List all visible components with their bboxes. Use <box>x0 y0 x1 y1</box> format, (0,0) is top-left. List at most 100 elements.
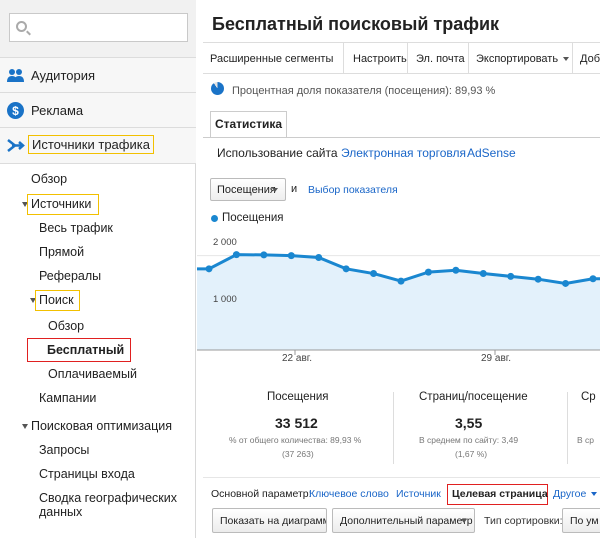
dimension-other-link[interactable]: Другое <box>553 488 598 500</box>
sidebar-item-all-traffic[interactable]: Весь трафик <box>39 221 113 235</box>
x-tick-label: 22 авг. <box>282 353 312 364</box>
toolbar-divider <box>343 43 344 74</box>
toolbar: Расширенные сегменты Настроить Эл. почта… <box>203 42 600 74</box>
scorecard-value: 33 512 <box>275 415 318 431</box>
subtab-ecommerce[interactable]: Электронная торговля <box>341 146 466 160</box>
and-label: и <box>291 183 298 195</box>
scorecard-sub: В ср <box>577 435 595 445</box>
dimension-source-link[interactable]: Источник <box>396 488 441 500</box>
legend-label: Посещения <box>222 212 284 224</box>
scorecard-title: Посещения <box>267 391 329 403</box>
search-icon <box>16 21 27 32</box>
section-advertising-label: Реклама <box>31 103 84 118</box>
pie-percent-icon <box>211 82 224 95</box>
data-point <box>342 265 350 273</box>
chevron-down-icon <box>591 492 598 497</box>
add-to-dashboard-button[interactable]: Доб <box>580 53 600 65</box>
section-advertising[interactable]: $ Реклама <box>0 93 196 128</box>
data-point <box>260 251 268 259</box>
data-point <box>287 252 295 260</box>
sidebar: Аудитория $ Реклама Источники трафика Об… <box>0 0 196 538</box>
sort-type-label: Тип сортировки: <box>484 515 563 527</box>
scorecard-divider <box>567 392 568 464</box>
secondary-dimension-select[interactable]: Дополнительный параметр <box>332 508 475 533</box>
percent-note: Процентная доля показателя (посещения): … <box>232 85 496 97</box>
scorecard-partial[interactable]: Ср В ср <box>571 391 600 469</box>
data-point <box>507 272 515 280</box>
svg-text:$: $ <box>12 104 19 118</box>
chevron-down-icon <box>272 188 278 192</box>
toolbar-divider <box>468 43 469 74</box>
scorecard-sub: % от общего количества: 89,93 % <box>229 435 362 445</box>
tab-divider <box>203 137 600 138</box>
sidebar-item-direct[interactable]: Прямой <box>39 245 84 259</box>
subtab-site-usage[interactable]: Использование сайта <box>217 146 338 160</box>
subtab-adsense[interactable]: AdSense <box>467 146 516 160</box>
data-point <box>315 253 323 261</box>
scorecard-title: Страниц/посещение <box>419 391 528 403</box>
sidebar-item-sources[interactable]: Источники <box>27 194 99 215</box>
sidebar-item-landing-pages[interactable]: Страницы входа <box>39 467 135 481</box>
sidebar-item-search-overview[interactable]: Обзор <box>48 319 84 333</box>
x-tick-label: 29 авг. <box>481 353 511 364</box>
dimension-landing-page[interactable]: Целевая страница <box>452 488 548 500</box>
data-point <box>479 270 487 278</box>
dimension-keyword-link[interactable]: Ключевое слово <box>309 488 389 500</box>
main-content: Бесплатный поисковый трафик Расширенные … <box>197 0 600 538</box>
scorecard-sub: В среднем по сайту: 3,49 <box>419 435 519 445</box>
export-button[interactable]: Экспортировать <box>476 53 570 65</box>
email-button[interactable]: Эл. почта <box>416 53 465 65</box>
export-label: Экспортировать <box>476 53 559 65</box>
sidebar-item-campaigns[interactable]: Кампании <box>39 391 96 405</box>
primary-dimension-label: Основной параметр: <box>211 488 312 500</box>
sidebar-item-overview[interactable]: Обзор <box>31 172 67 186</box>
sidebar-item-search[interactable]: Поиск <box>35 290 80 311</box>
page-title: Бесплатный поисковый трафик <box>212 14 500 34</box>
customize-button[interactable]: Настроить <box>353 53 407 65</box>
advanced-segments-button[interactable]: Расширенные сегменты <box>210 53 333 65</box>
visits-chart[interactable] <box>197 232 600 372</box>
tab-statistics[interactable]: Статистика <box>210 111 287 138</box>
search-input[interactable] <box>9 13 188 42</box>
data-point <box>589 275 597 283</box>
scorecard-visits[interactable]: Посещения 33 512 % от общего количества:… <box>197 391 397 469</box>
primary-dimension-bar: Основной параметр: Ключевое слово Источн… <box>203 477 600 506</box>
dimension-other-label: Другое <box>553 488 587 500</box>
legend-marker <box>211 215 218 222</box>
section-audience[interactable]: Аудитория <box>0 58 196 93</box>
section-audience-label: Аудитория <box>31 68 96 83</box>
choose-metric-link[interactable]: Выбор показателя <box>308 184 398 196</box>
sidebar-item-referrals[interactable]: Рефералы <box>39 269 101 283</box>
scorecard-value: 3,55 <box>455 415 483 431</box>
metric-select[interactable]: Посещения <box>210 178 286 201</box>
secondary-dimension-label: Дополнительный параметр <box>340 515 473 527</box>
traffic-sources-icon <box>7 139 25 152</box>
sidebar-item-geo-summary[interactable]: Сводка географических <box>39 491 177 505</box>
sidebar-item-queries[interactable]: Запросы <box>39 443 89 457</box>
data-point <box>562 279 570 287</box>
section-traffic-sources-label: Источники трафика <box>28 135 154 154</box>
section-traffic-sources[interactable]: Источники трафика <box>0 128 196 164</box>
series-area <box>197 254 600 350</box>
chevron-down-icon <box>461 519 467 523</box>
search-area <box>0 0 196 58</box>
scorecard-pages-per-visit[interactable]: Страниц/посещение 3,55 В среднем по сайт… <box>397 391 567 469</box>
toolbar-divider <box>407 43 408 74</box>
data-point <box>424 268 432 276</box>
plot-rows-button[interactable]: Показать на диаграмме <box>212 508 327 533</box>
expand-seo-icon[interactable] <box>22 424 28 429</box>
data-point <box>452 266 460 274</box>
data-point <box>232 251 240 259</box>
audience-icon <box>7 69 24 82</box>
y-tick-label: 1 000 <box>213 294 237 305</box>
sidebar-item-seo[interactable]: Поисковая оптимизация <box>31 419 172 433</box>
sidebar-item-organic[interactable]: Бесплатный <box>27 338 131 362</box>
data-point <box>370 270 378 278</box>
sort-type-select[interactable]: По ум <box>562 508 600 533</box>
scorecard-divider <box>393 392 394 464</box>
metric-select-value: Посещения <box>217 184 276 196</box>
sidebar-item-geo-summary-line2[interactable]: данных <box>39 505 82 519</box>
scorecard-sub2: (37 263) <box>282 449 314 459</box>
scorecard-title: Ср <box>581 391 596 403</box>
sidebar-item-paid[interactable]: Оплачиваемый <box>48 367 137 381</box>
